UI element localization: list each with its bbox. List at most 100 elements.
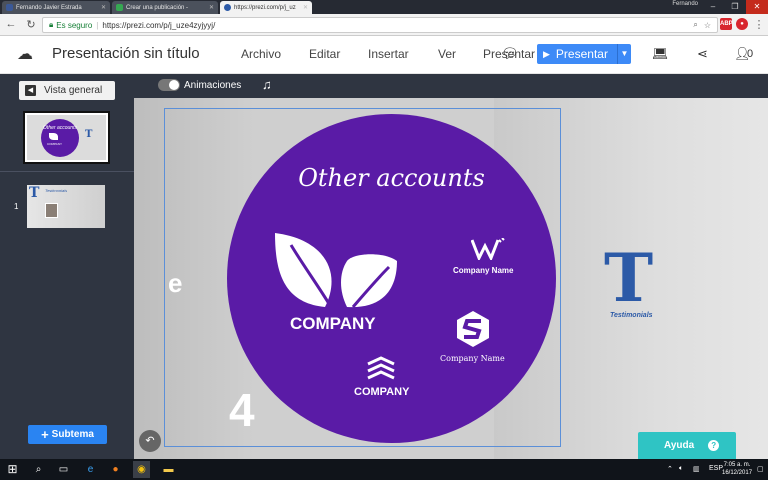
clock[interactable]: 7:05 a. m. 16/12/2017 — [722, 461, 752, 477]
chevron-stack-logo-icon — [367, 356, 395, 380]
testimonials-t-icon[interactable]: T — [604, 245, 653, 311]
present-label: Presentar — [555, 47, 608, 61]
browser-tab-bar: Fernando Javier Estrada ✕ Crear una publ… — [0, 0, 768, 14]
testimonials-label[interactable]: Testimonials — [610, 312, 653, 319]
tab-title: Fernando Javier Estrada — [16, 4, 82, 11]
slide-thumbnail-testimonials[interactable]: T Testimonials — [27, 185, 105, 228]
tray-arrow-icon[interactable]: ⌃ — [667, 465, 673, 473]
comment-icon[interactable]: 💬︎ — [501, 45, 519, 62]
present-remotely-icon[interactable]: 💻︎ — [652, 46, 669, 62]
task-view-icon[interactable]: ▭ — [55, 461, 72, 478]
close-tab-icon[interactable]: ✕ — [300, 4, 308, 11]
file-explorer-icon[interactable]: ▬ — [160, 461, 177, 478]
sidebar-divider — [0, 171, 134, 172]
leaf-logo-icon — [275, 233, 397, 308]
close-tab-icon[interactable]: ✕ — [98, 4, 106, 11]
undo-icon[interactable]: ↶ — [139, 430, 161, 452]
chevron-left-icon: ◀ — [25, 85, 36, 96]
firefox-icon[interactable]: ● — [107, 461, 124, 478]
s-hexagon-logo-icon — [457, 311, 489, 347]
url-field[interactable]: 🔒︎ Es seguro | https://prezi.com/p/j_uze… — [42, 17, 718, 33]
share-icon[interactable]: ⋖ — [697, 46, 708, 62]
help-icon: ? — [708, 440, 720, 451]
facebook-icon — [6, 4, 13, 11]
windows-start-icon[interactable]: ⊞ — [4, 461, 21, 478]
thumb-t-icon: T — [85, 129, 93, 140]
prezi-header: ☁ Presentación sin título Archivo Editar… — [0, 36, 768, 74]
number-four[interactable]: 4 — [229, 383, 255, 437]
zoom-icon[interactable]: ⌕ — [693, 20, 697, 30]
url-text: https://prezi.com/p/j_uze4zyjyyj/ — [102, 20, 216, 30]
url-separator: | — [96, 20, 99, 30]
add-subtopic-button[interactable]: + Subtema — [28, 425, 107, 444]
back-icon[interactable]: ← — [4, 18, 18, 30]
w-logo-icon — [471, 238, 505, 260]
animations-toggle[interactable] — [158, 79, 180, 91]
company-name-2: Company Name — [440, 354, 505, 363]
close-tab-icon[interactable]: ✕ — [206, 4, 214, 11]
thumb-title: Testimonials — [45, 188, 68, 193]
windows-taskbar: ⊞ ⌕ ▭ e ● ◉ ▬ ⌃ 🔈︎ ▥ ESP 7:05 a. m. 16/1… — [0, 459, 768, 480]
search-icon[interactable]: ⌕ — [30, 461, 47, 478]
language-indicator[interactable]: ESP — [709, 465, 723, 472]
thumb-t-icon: T — [29, 185, 40, 201]
reload-icon[interactable]: ↻ — [24, 18, 38, 31]
slide-sidebar: ◀ Vista general Other accounts COMPANY T… — [0, 74, 134, 459]
more-icon[interactable]: ⋮ — [752, 18, 766, 31]
close-window-icon[interactable]: ✕ — [746, 0, 768, 14]
letter-e[interactable]: e — [168, 268, 182, 299]
plus-icon: + — [41, 427, 49, 442]
company-small-label: COMPANY — [354, 386, 410, 398]
minimize-icon[interactable]: – — [702, 0, 724, 14]
tab-favicon — [116, 4, 123, 11]
cloud-icon[interactable]: ☁ — [17, 44, 33, 64]
menu-insertar[interactable]: Insertar — [368, 47, 409, 61]
thumb-circle-title: Other accounts — [43, 125, 77, 131]
company-big-label: COMPANY — [290, 314, 376, 333]
overview-label: Vista general — [44, 85, 103, 96]
new-tab-button[interactable] — [314, 1, 332, 14]
overview-thumbnail[interactable]: Other accounts COMPANY T — [23, 111, 110, 164]
star-icon[interactable]: ☆ — [704, 21, 711, 30]
browser-user[interactable]: Fernando — [672, 1, 698, 7]
tab-title: https://prezi.com/p/j_uz — [234, 4, 296, 11]
present-dropdown-icon[interactable]: ▼ — [617, 44, 631, 64]
collaborator-count: 0 — [747, 48, 754, 60]
extension-icon[interactable]: ● — [736, 18, 748, 30]
browser-tab-prezi[interactable]: https://prezi.com/p/j_uz ✕ — [220, 1, 312, 14]
clock-date: 16/12/2017 — [722, 470, 753, 476]
network-icon[interactable]: ▥ — [693, 465, 700, 473]
thumb-leaf-icon — [49, 133, 58, 140]
menu-archivo[interactable]: Archivo — [241, 47, 281, 61]
presentation-title[interactable]: Presentación sin título — [52, 45, 200, 62]
company-name-1: Company Name — [453, 266, 514, 275]
overview-button[interactable]: ◀ Vista general — [19, 81, 115, 100]
maximize-icon[interactable]: ❐ — [724, 0, 746, 14]
menu-editar[interactable]: Editar — [309, 47, 340, 61]
clock-time: 7:05 a. m. — [723, 462, 751, 468]
prezi-favicon — [224, 4, 231, 11]
edge-icon[interactable]: e — [82, 461, 99, 478]
circle-title[interactable]: Other accounts — [227, 164, 556, 192]
editor-toolbar: Animaciones ♫ — [134, 74, 768, 98]
browser-tab-publicacion[interactable]: Crear una publicación - ✕ — [112, 1, 218, 14]
accounts-circle[interactable]: Other accounts COMPANY Company Name Comp… — [227, 114, 556, 443]
animations-label: Animaciones — [184, 80, 242, 91]
volume-icon[interactable]: 🔈︎ — [679, 465, 683, 473]
notifications-icon[interactable]: ▢ — [757, 465, 764, 473]
browser-tab-facebook[interactable]: Fernando Javier Estrada ✕ — [2, 1, 110, 14]
presentation-canvas[interactable]: Other accounts COMPANY Company Name Comp… — [134, 98, 768, 459]
menu-ver[interactable]: Ver — [438, 47, 456, 61]
play-icon: ▶ — [543, 48, 550, 59]
toggle-knob — [169, 80, 179, 90]
adblock-icon[interactable]: ABP — [720, 18, 733, 30]
music-icon[interactable]: ♫ — [262, 77, 272, 92]
thumb-photo — [45, 203, 58, 218]
thumb-circle: Other accounts COMPANY — [41, 119, 79, 157]
help-button[interactable]: Ayuda ? — [638, 432, 736, 459]
window-controls: – ❐ ✕ — [702, 0, 768, 14]
secure-label: Es seguro — [56, 20, 93, 30]
chrome-icon[interactable]: ◉ — [133, 461, 150, 478]
present-button[interactable]: ▶ Presentar ▼ — [537, 44, 631, 64]
lock-icon: 🔒︎ — [49, 20, 54, 29]
